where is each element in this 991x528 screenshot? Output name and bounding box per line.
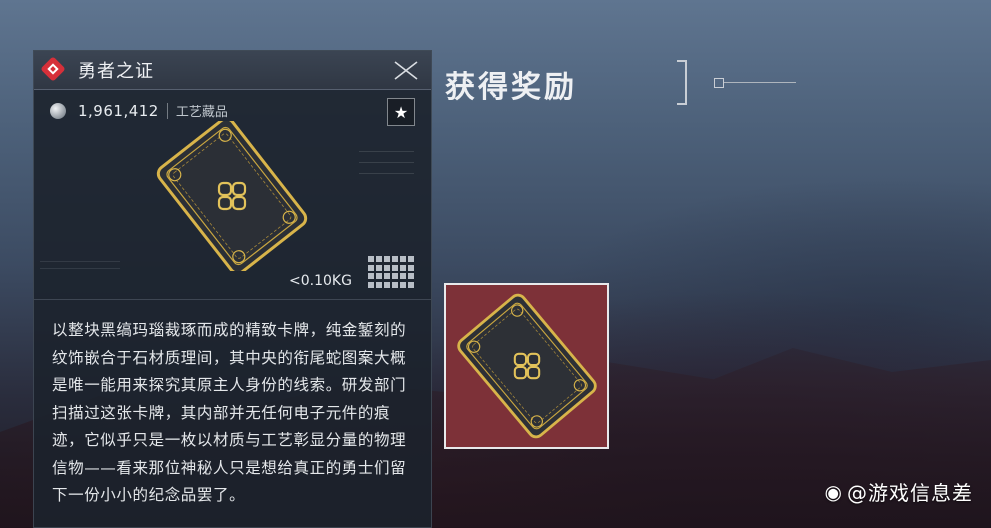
- favorite-star-button[interactable]: ★: [387, 98, 415, 126]
- reward-title: 获得奖励: [445, 70, 577, 105]
- item-description: 以整块黑缟玛瑙裁琢而成的精致卡牌，纯金錾刻的纹饰嵌合于石材质理间，其中央的衔尾蛇…: [52, 321, 407, 504]
- inventory-grid-icon: [368, 256, 416, 288]
- silver-coin-icon: [50, 102, 66, 119]
- decorative-lines: [359, 151, 414, 191]
- reward-item-slot[interactable]: [444, 283, 609, 449]
- bracket-decoration: [677, 60, 687, 105]
- red-diamond-icon: [40, 56, 66, 82]
- weibo-icon: ◉: [824, 479, 843, 504]
- card-artwork: [156, 121, 308, 271]
- watermark-text: @游戏信息差: [847, 481, 973, 505]
- star-icon: ★: [393, 103, 409, 122]
- reward-card-icon: [457, 293, 597, 439]
- panel-header: 勇者之证: [34, 51, 431, 90]
- deco-square: [714, 78, 724, 88]
- item-detail-panel: 勇者之证 1,961,412 工艺藏品 ★ <0.10KG 以整块黑缟玛瑙裁琢而…: [33, 50, 432, 528]
- item-category: 工艺藏品: [175, 105, 228, 120]
- panel-divider: [34, 299, 431, 300]
- meta-divider: [166, 102, 168, 119]
- item-weight: <0.10KG: [289, 273, 352, 289]
- item-price: 1,961,412: [78, 101, 159, 120]
- decorative-lines-left: [40, 261, 120, 281]
- deco-line: [724, 82, 796, 83]
- item-name: 勇者之证: [78, 61, 154, 82]
- watermark: ◉ @游戏信息差: [825, 477, 973, 506]
- close-icon[interactable]: [393, 57, 419, 83]
- item-meta-row: 1,961,412 工艺藏品: [50, 101, 228, 120]
